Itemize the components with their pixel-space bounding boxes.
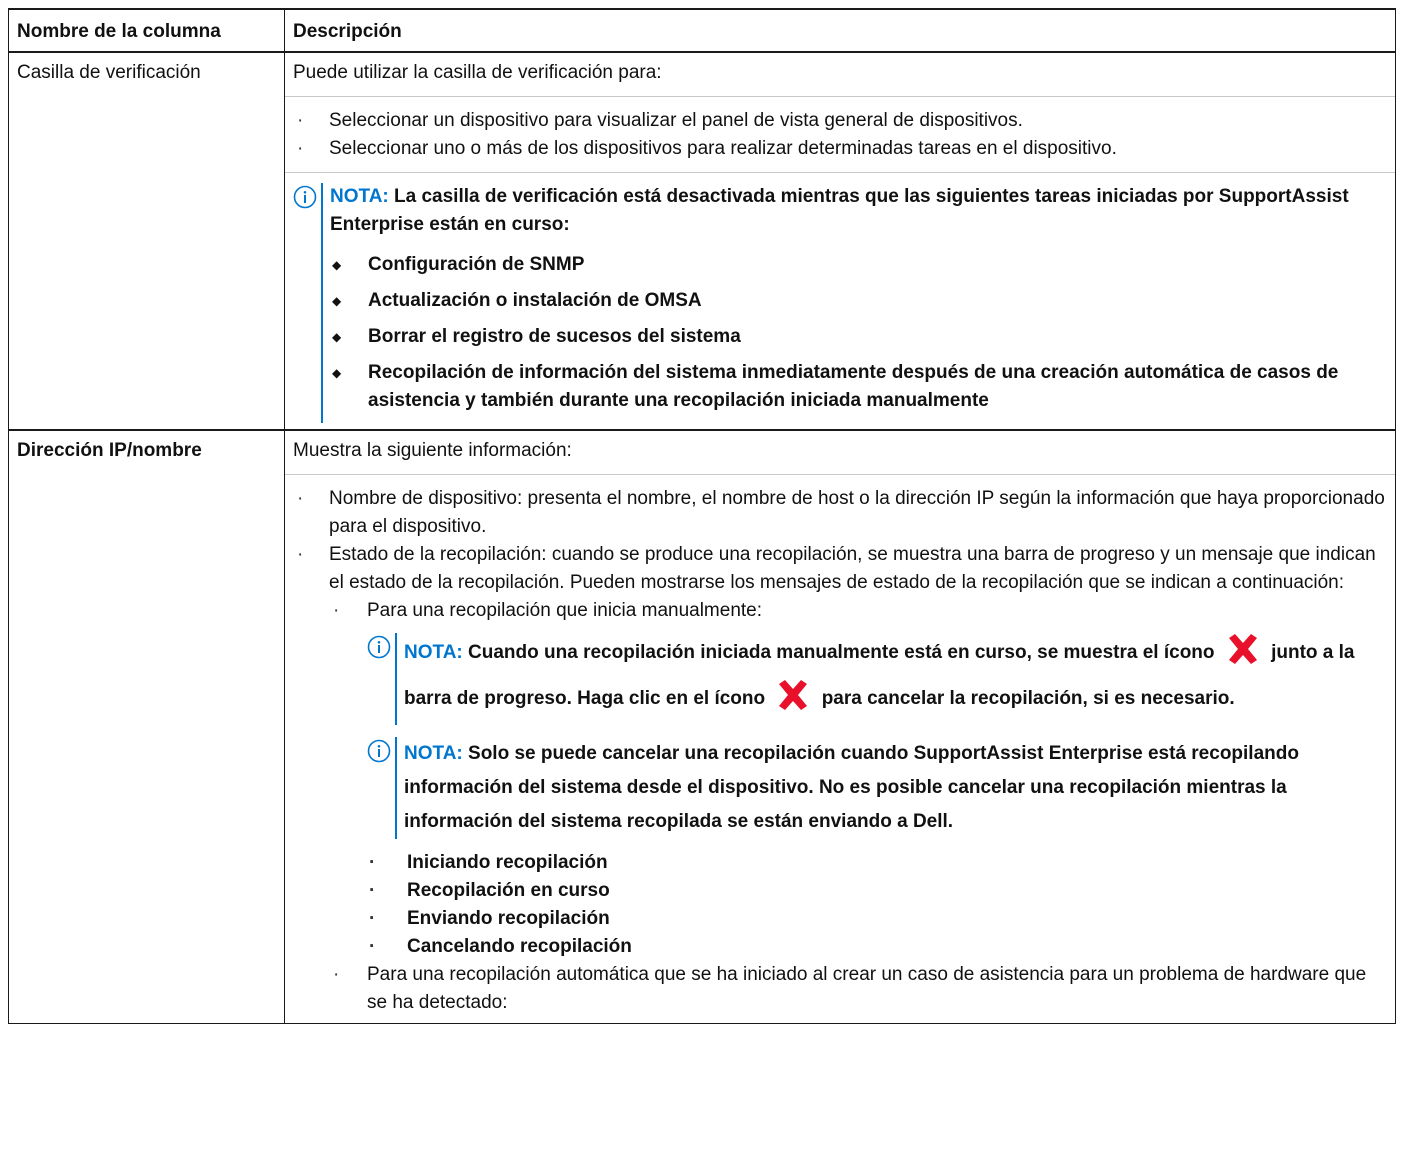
columns-table: Nombre de la columna Descripción Casilla…: [8, 8, 1396, 1024]
diamond-bullet-icon: ◆: [332, 294, 342, 308]
list-item: · Iniciando recopilación: [367, 849, 1387, 877]
diamond-bullet-icon: ◆: [332, 258, 342, 272]
divider: [285, 172, 1395, 173]
note-text: La casilla de verificación está desactiv…: [330, 186, 1349, 235]
note-task-list: ◆ Configuración de SNMP ◆ Actualización o …: [330, 251, 1387, 415]
note-label: NOTA:: [404, 743, 463, 764]
note-cancel-restriction: NOTA: Solo se puede cancelar una recopil…: [367, 737, 1387, 839]
list-item: · Nombre de dispositivo: presenta el nomb…: [293, 485, 1387, 541]
row-name-ip: Dirección IP/nombre: [8, 429, 285, 1024]
table-row: Dirección IP/nombre Muestra la siguiente…: [8, 429, 1396, 1024]
bullet-dot-icon: ·: [297, 110, 304, 131]
red-x-icon: [1226, 634, 1260, 679]
header-description: Descripción: [284, 8, 1396, 53]
ip-intro: Muestra la siguiente información:: [293, 440, 572, 461]
table-row: Casilla de verificación Puede utilizar l…: [8, 51, 1396, 431]
collection-status-list: · Para una recopilación que inicia manual…: [329, 597, 1387, 1017]
header-column-name: Nombre de la columna: [8, 8, 285, 53]
bullet-dot-icon: ·: [297, 488, 304, 509]
info-circle-icon: [293, 183, 321, 423]
checkbox-uses-list: · Seleccionar un dispositivo para visuali…: [293, 107, 1387, 163]
row-name-checkbox: Casilla de verificación: [8, 51, 285, 431]
list-item: ◆ Configuración de SNMP: [330, 251, 1387, 279]
diamond-bullet-icon: ◆: [332, 366, 342, 380]
bullet-dot-icon: ·: [297, 544, 304, 565]
checkbox-intro: Puede utilizar la casilla de verificació…: [293, 62, 662, 83]
list-item: · Seleccionar uno o más de los dispositiv…: [293, 135, 1387, 163]
note-label: NOTA:: [330, 186, 389, 207]
table-header-row: Nombre de la columna Descripción: [8, 8, 1396, 53]
note-label: NOTA:: [404, 642, 463, 663]
list-item: · Seleccionar un dispositivo para visuali…: [293, 107, 1387, 135]
ip-info-list: · Nombre de dispositivo: presenta el nomb…: [293, 485, 1387, 1017]
list-item: ◆ Borrar el registro de sucesos del siste…: [330, 323, 1387, 351]
list-item: · Enviando recopilación: [367, 905, 1387, 933]
info-circle-icon: [367, 633, 395, 725]
info-circle-icon: [367, 737, 395, 839]
bullet-dot-icon: ·: [333, 600, 340, 621]
row-description-checkbox: Puede utilizar la casilla de verificació…: [284, 51, 1396, 431]
bullet-dot-icon: ·: [369, 852, 376, 873]
divider: [285, 474, 1395, 475]
list-item: · Cancelando recopilación: [367, 933, 1387, 961]
note-cancel-icon: NOTA: Cuando una recopilación iniciada m…: [367, 633, 1387, 725]
list-item: · Para una recopilación que inicia manual…: [329, 597, 1387, 961]
bullet-dot-icon: ·: [369, 880, 376, 901]
list-item: · Recopilación en curso: [367, 877, 1387, 905]
note-checkbox-disabled: NOTA: La casilla de verificación está de…: [293, 183, 1387, 423]
bullet-dot-icon: ·: [333, 964, 340, 985]
list-item: · Para una recopilación automática que se…: [329, 961, 1387, 1017]
red-x-icon: [776, 680, 810, 725]
list-item: ◆ Recopilación de información del sistema…: [330, 359, 1387, 415]
bullet-dot-icon: ·: [369, 908, 376, 929]
diamond-bullet-icon: ◆: [332, 330, 342, 344]
row-description-ip: Muestra la siguiente información: · Nombr…: [284, 429, 1396, 1024]
status-messages-list: · Iniciando recopilación · Recopilación en…: [367, 849, 1387, 961]
divider: [285, 96, 1395, 97]
bullet-dot-icon: ·: [297, 138, 304, 159]
list-item: · Estado de la recopilación: cuando se pr…: [293, 541, 1387, 1017]
bullet-dot-icon: ·: [369, 936, 376, 957]
list-item: ◆ Actualización o instalación de OMSA: [330, 287, 1387, 315]
